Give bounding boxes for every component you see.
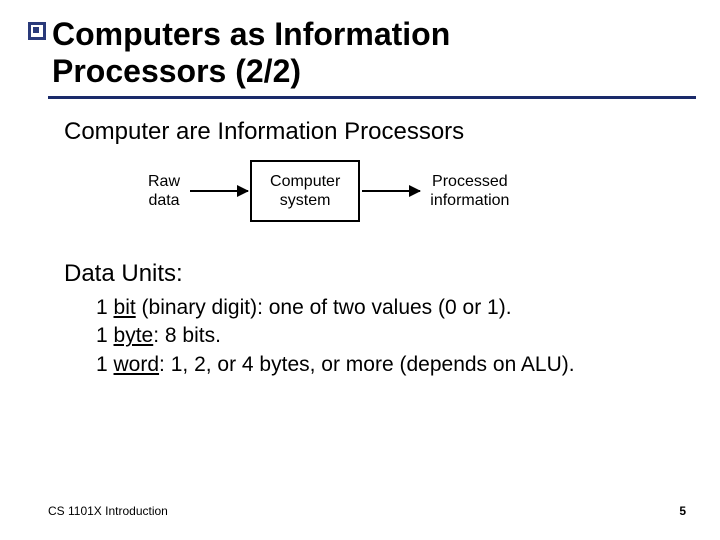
unit-byte: 1 byte: 8 bits.: [96, 322, 575, 350]
title-bullet-icon: [28, 22, 46, 40]
word-prefix: 1: [96, 353, 114, 376]
slide-title: Computers as Information Processors (2/2…: [52, 16, 450, 90]
output-line-2: information: [430, 192, 509, 209]
data-units-list: 1 bit (binary digit): one of two values …: [96, 294, 575, 379]
arrow-icon: [190, 190, 248, 192]
output-line-1: Processed: [432, 173, 508, 190]
subheading: Computer are Information Processors: [64, 118, 464, 146]
flow-diagram: Raw data Computer system Processed infor…: [140, 160, 517, 222]
byte-prefix: 1: [96, 324, 114, 347]
word-term: word: [114, 353, 160, 376]
title-underline: [48, 96, 696, 99]
footer-course: CS 1101X Introduction: [48, 504, 168, 518]
slide-number: 5: [679, 504, 686, 518]
bit-rest: (binary digit): one of two values (0 or …: [136, 296, 512, 319]
box-line-1: Computer: [270, 173, 340, 190]
unit-word: 1 word: 1, 2, or 4 bytes, or more (depen…: [96, 351, 575, 379]
byte-rest: : 8 bits.: [153, 324, 221, 347]
byte-term: byte: [114, 324, 154, 347]
diagram-input-label: Raw data: [140, 172, 188, 210]
diagram-output-label: Processed information: [422, 172, 517, 210]
unit-bit: 1 bit (binary digit): one of two values …: [96, 294, 575, 322]
bit-term: bit: [114, 296, 136, 319]
input-line-2: data: [148, 192, 179, 209]
title-line-1: Computers as Information: [52, 16, 450, 52]
word-rest: : 1, 2, or 4 bytes, or more (depends on …: [159, 353, 575, 376]
data-units-heading: Data Units:: [64, 260, 183, 288]
box-line-2: system: [280, 192, 331, 209]
title-line-2: Processors (2/2): [52, 53, 301, 89]
diagram-process-box: Computer system: [250, 160, 360, 222]
bit-prefix: 1: [96, 296, 114, 319]
input-line-1: Raw: [148, 173, 180, 190]
arrow-icon: [362, 190, 420, 192]
